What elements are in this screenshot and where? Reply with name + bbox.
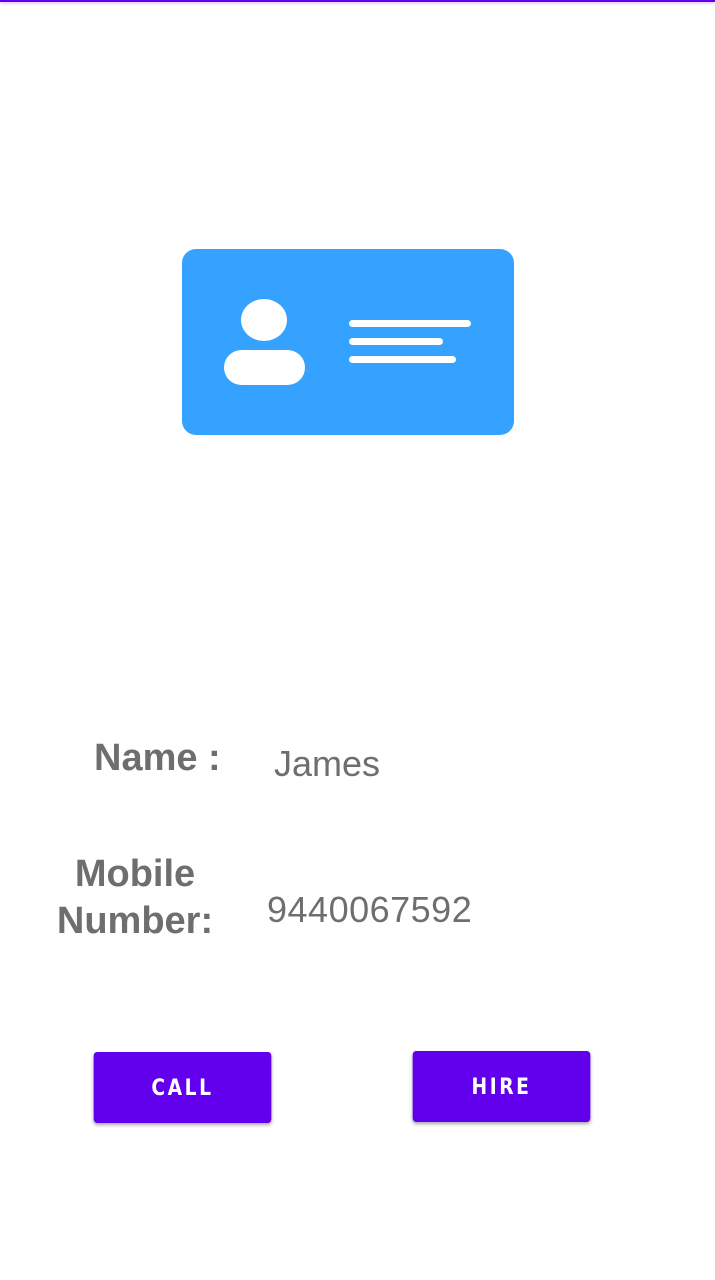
call-button[interactable]: CALL — [93, 1052, 272, 1123]
avatar-head — [241, 299, 287, 341]
app-bar-edge — [0, 0, 715, 2]
name-label: Name : — [94, 737, 221, 779]
contact-detail-screen: Name : James Mobile Number: 9440067592 C… — [0, 0, 715, 1280]
hire-button[interactable]: HIRE — [412, 1051, 591, 1122]
mobile-number-value: 9440067592 — [267, 889, 473, 930]
name-value: James — [274, 743, 381, 784]
mobile-number-label: Mobile Number: — [56, 853, 214, 942]
avatar-body — [224, 350, 305, 385]
card-text-line — [349, 356, 456, 363]
card-text-line — [349, 338, 443, 345]
card-text-line — [349, 320, 471, 327]
id-card-background — [182, 249, 514, 435]
